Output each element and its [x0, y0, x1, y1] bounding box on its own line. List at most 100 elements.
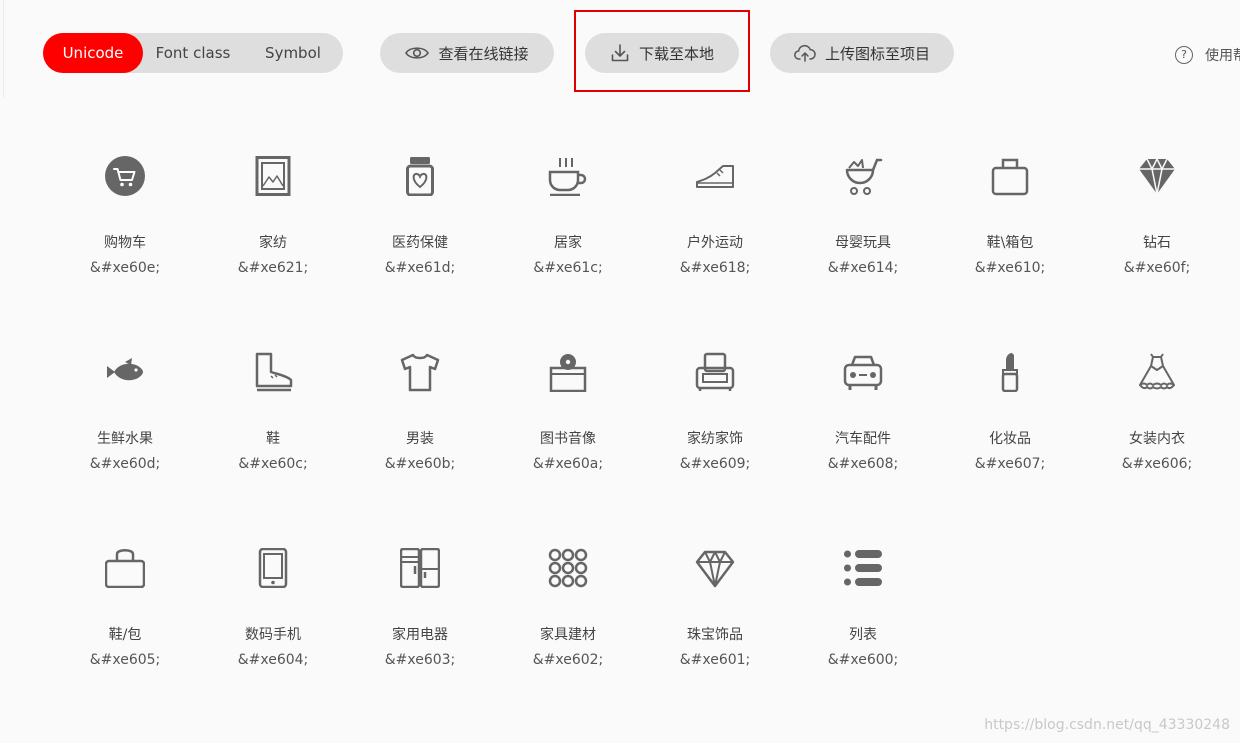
icon-name: 家纺家饰: [687, 431, 743, 447]
icon-card[interactable]: 汽车配件 &#xe608;: [803, 342, 923, 492]
icon-card[interactable]: 母婴玩具 &#xe614;: [803, 146, 923, 296]
cloud-upload-icon: [794, 44, 816, 62]
icon-card[interactable]: 家纺家饰 &#xe609;: [655, 342, 775, 492]
code-type-tabs: Unicode Font class Symbol: [43, 33, 343, 73]
icon-code: &#xe621;: [237, 260, 309, 276]
icon-name: 购物车: [104, 235, 146, 251]
icon-card[interactable]: 钻石 &#xe60f;: [1097, 146, 1217, 296]
icon-card[interactable]: 生鲜水果 &#xe60d;: [65, 342, 185, 492]
shopping-bag-icon: [105, 549, 145, 588]
icon-card[interactable]: 珠宝饰品 &#xe601;: [655, 538, 775, 688]
baby-stroller-icon: [845, 158, 883, 195]
icon-card[interactable]: 医药保健 &#xe61d;: [360, 146, 480, 296]
watermark-text: https://blog.csdn.net/qq_43330248: [984, 717, 1230, 733]
icon-name: 居家: [554, 235, 582, 251]
icon-code: &#xe61d;: [384, 260, 456, 276]
help-question-icon: ?: [1175, 46, 1193, 64]
icon-name: 男装: [406, 431, 434, 447]
sneaker-icon: [696, 165, 734, 188]
lipstick-icon: [1001, 353, 1019, 392]
icon-name: 数码手机: [245, 627, 301, 643]
diamond-outline-icon: [695, 550, 735, 588]
icon-name: 鞋/包: [108, 627, 142, 643]
tab-unicode[interactable]: Unicode: [43, 33, 143, 73]
icon-code: &#xe618;: [679, 260, 751, 276]
icon-name: 女装内衣: [1129, 431, 1185, 447]
handbag-icon: [991, 158, 1029, 196]
icon-code: &#xe607;: [974, 456, 1046, 472]
icon-card[interactable]: 鞋\箱包 &#xe610;: [950, 146, 1070, 296]
icon-code: &#xe602;: [532, 652, 604, 668]
icon-code: &#xe610;: [974, 260, 1046, 276]
icon-code: &#xe609;: [679, 456, 751, 472]
upload-to-project-label: 上传图标至项目: [824, 44, 930, 63]
dot-grid-icon: [548, 548, 588, 588]
medicine-jar-icon: [406, 157, 434, 196]
icon-name: 珠宝饰品: [687, 627, 743, 643]
icon-card[interactable]: 列表 &#xe600;: [803, 538, 923, 688]
icon-code: &#xe60b;: [384, 456, 456, 472]
tab-symbol[interactable]: Symbol: [243, 33, 343, 73]
icon-code: &#xe606;: [1121, 456, 1193, 472]
icon-card[interactable]: 化妆品 &#xe607;: [950, 342, 1070, 492]
refrigerator-icon: [400, 548, 440, 588]
icon-name: 图书音像: [540, 431, 596, 447]
cd-box-icon: [549, 354, 587, 392]
tab-font-class[interactable]: Font class: [143, 33, 243, 73]
icon-name: 母婴玩具: [835, 235, 891, 251]
boot-icon: [255, 352, 293, 392]
icon-name: 列表: [849, 627, 877, 643]
t-shirt-icon: [400, 353, 440, 392]
diamond-filled-icon: [1139, 157, 1175, 195]
icon-name: 家用电器: [392, 627, 448, 643]
icon-code: &#xe614;: [827, 260, 899, 276]
icon-name: 化妆品: [989, 431, 1031, 447]
view-online-link-button[interactable]: 查看在线链接: [380, 33, 554, 73]
icon-code: &#xe600;: [827, 652, 899, 668]
icon-card[interactable]: 家用电器 &#xe603;: [360, 538, 480, 688]
car-icon: [843, 355, 883, 390]
icon-card[interactable]: 家具建材 &#xe602;: [508, 538, 628, 688]
icon-name: 钻石: [1143, 235, 1171, 251]
left-edge-divider: [3, 0, 4, 98]
mobile-phone-icon: [258, 548, 288, 588]
dress-icon: [1139, 353, 1175, 390]
icon-card[interactable]: 居家 &#xe61c;: [508, 146, 628, 296]
icon-name: 汽车配件: [835, 431, 891, 447]
icon-card[interactable]: 户外运动 &#xe618;: [655, 146, 775, 296]
icon-card[interactable]: 鞋/包 &#xe605;: [65, 538, 185, 688]
icon-name: 生鲜水果: [97, 431, 153, 447]
upload-to-project-button[interactable]: 上传图标至项目: [770, 33, 954, 73]
icon-code: &#xe603;: [384, 652, 456, 668]
armchair-icon: [695, 352, 735, 391]
icon-card[interactable]: 鞋 &#xe60c;: [213, 342, 333, 492]
icon-code: &#xe60e;: [89, 260, 161, 276]
icon-name: 户外运动: [687, 235, 743, 251]
list-icon: [844, 550, 882, 586]
icon-card[interactable]: 图书音像 &#xe60a;: [508, 342, 628, 492]
icon-name: 家具建材: [540, 627, 596, 643]
coffee-cup-icon: [548, 158, 587, 196]
icon-code: &#xe604;: [237, 652, 309, 668]
icon-name: 鞋\箱包: [986, 235, 1034, 251]
framed-picture-icon: [255, 156, 291, 196]
icon-card[interactable]: 数码手机 &#xe604;: [213, 538, 333, 688]
icon-code: &#xe60d;: [89, 456, 161, 472]
download-local-label: 下载至本地: [638, 44, 714, 63]
icon-name: 家纺: [259, 235, 287, 251]
icon-code: &#xe60a;: [532, 456, 604, 472]
help-area: ? 使用帮助: [1160, 40, 1240, 70]
icon-code: &#xe60c;: [238, 456, 308, 472]
eye-icon: [405, 47, 430, 59]
icon-card[interactable]: 购物车 &#xe60e;: [65, 146, 185, 296]
icon-card[interactable]: 男装 &#xe60b;: [360, 342, 480, 492]
icon-card[interactable]: 女装内衣 &#xe606;: [1097, 342, 1217, 492]
download-icon: [611, 44, 629, 62]
help-link[interactable]: ? 使用帮助: [1175, 44, 1240, 66]
icon-card[interactable]: 家纺 &#xe621;: [213, 146, 333, 296]
icon-name: 鞋: [266, 431, 280, 447]
icon-code: &#xe60f;: [1123, 260, 1191, 276]
icon-code: &#xe605;: [89, 652, 161, 668]
icon-code: &#xe61c;: [533, 260, 603, 276]
download-local-button[interactable]: 下载至本地: [585, 33, 739, 73]
